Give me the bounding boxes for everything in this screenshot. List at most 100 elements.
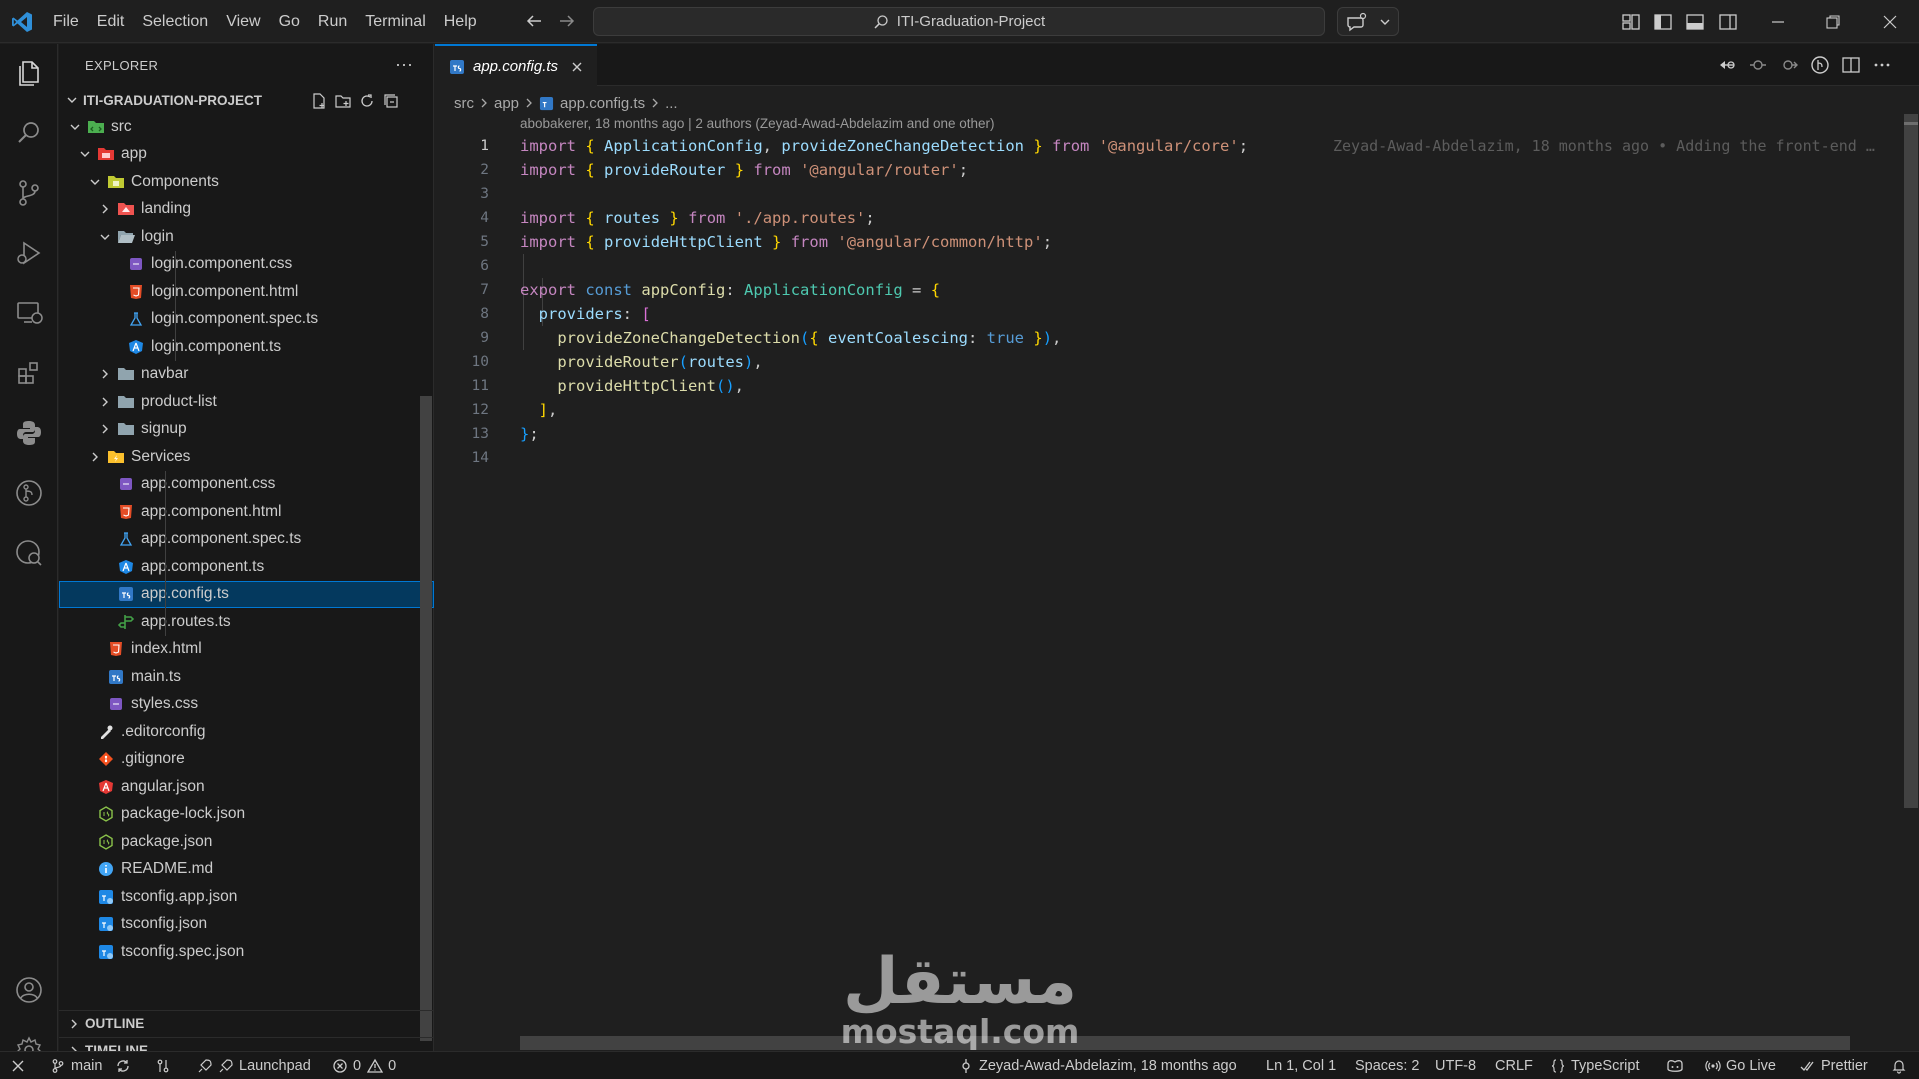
chevron-right-icon[interactable]: [97, 366, 113, 382]
menu-selection[interactable]: Selection: [133, 0, 217, 43]
tree-item-login[interactable]: login: [59, 223, 434, 250]
tree-item-signup[interactable]: signup: [59, 416, 434, 443]
tree-item-editorconfig[interactable]: .editorconfig: [59, 718, 434, 745]
go-live-button[interactable]: Go Live: [1705, 1052, 1776, 1079]
close-window-icon[interactable]: [1879, 11, 1901, 33]
tree-item-navbar[interactable]: navbar: [59, 361, 434, 388]
encoding[interactable]: UTF-8: [1435, 1052, 1476, 1079]
tree-item-app-component-css[interactable]: app.component.css: [59, 471, 434, 498]
tree-item-login-component-ts[interactable]: login.component.ts: [59, 333, 434, 360]
codelens-blame-header[interactable]: abobakerer, 18 months ago | 2 authors (Z…: [520, 116, 995, 131]
menu-go[interactable]: Go: [270, 0, 309, 43]
breadcrumb-app[interactable]: app: [494, 95, 519, 112]
cursor-position[interactable]: Ln 1, Col 1: [1266, 1052, 1336, 1079]
tree-item-readme-md[interactable]: README.md: [59, 856, 434, 883]
breadcrumb-src[interactable]: src: [454, 95, 474, 112]
gitlens-icon[interactable]: [13, 477, 45, 509]
chevron-right-icon[interactable]: [97, 421, 113, 437]
tree-item-styles-css[interactable]: styles.css: [59, 691, 434, 718]
new-folder-icon[interactable]: [334, 92, 352, 110]
refresh-icon[interactable]: [358, 92, 376, 110]
more-actions-icon[interactable]: [1871, 54, 1893, 76]
tree-item-app-component-ts[interactable]: app.component.ts: [59, 553, 434, 580]
menu-view[interactable]: View: [217, 0, 269, 43]
editor-vertical-scrollbar[interactable]: [1904, 114, 1918, 808]
tree-item-login-component-html[interactable]: login.component.html: [59, 278, 434, 305]
tree-item-index-html[interactable]: index.html: [59, 636, 434, 663]
tree-item-app-routes-ts[interactable]: app.routes.ts: [59, 608, 434, 635]
language-mode[interactable]: TypeScript: [1550, 1052, 1640, 1079]
explorer-files-icon[interactable]: [13, 57, 45, 89]
branch-indicator[interactable]: main: [50, 1052, 102, 1079]
back-arrow-icon[interactable]: [523, 10, 545, 32]
tree-item-package-lock-json[interactable]: package-lock.json: [59, 801, 434, 828]
explorer-more-actions[interactable]: ···: [395, 54, 413, 75]
tree-item-app-component-html[interactable]: app.component.html: [59, 498, 434, 525]
command-center-search[interactable]: ITI-Graduation-Project: [593, 7, 1325, 36]
chevron-down-icon[interactable]: [77, 146, 93, 162]
open-changes-icon[interactable]: [1716, 54, 1738, 76]
tree-item-src[interactable]: src: [59, 113, 434, 140]
menu-run[interactable]: Run: [309, 0, 356, 43]
project-root-row[interactable]: ITI-GRADUATION-PROJECT: [59, 88, 434, 112]
problems-indicator[interactable]: 0 0: [332, 1052, 396, 1079]
toggle-primary-sidebar-icon[interactable]: [1652, 11, 1674, 33]
next-revision-icon[interactable]: [1778, 54, 1800, 76]
tab-app-config[interactable]: app.config.ts: [435, 44, 597, 87]
menu-file[interactable]: File: [44, 0, 88, 43]
tree-item-app-config-ts[interactable]: app.config.ts: [59, 580, 434, 608]
breadcrumb-symbol[interactable]: ...: [665, 95, 678, 112]
menu-edit[interactable]: Edit: [88, 0, 134, 43]
new-file-icon[interactable]: [310, 92, 328, 110]
tree-item-tsconfig-json[interactable]: tsconfig.json: [59, 911, 434, 938]
copilot-status[interactable]: [1665, 1052, 1690, 1079]
collapse-all-icon[interactable]: [382, 92, 400, 110]
close-icon[interactable]: [570, 60, 584, 74]
remote-explorer-icon[interactable]: [13, 297, 45, 329]
tree-item-tsconfig-app-json[interactable]: tsconfig.app.json: [59, 883, 434, 910]
sidebar-scrollbar[interactable]: [420, 396, 432, 1041]
tree-item-app-component-spec-ts[interactable]: app.component.spec.ts: [59, 526, 434, 553]
split-editor-icon[interactable]: [1840, 54, 1862, 76]
minimize-icon[interactable]: [1767, 11, 1789, 33]
tree-item-tsconfig-spec-json[interactable]: tsconfig.spec.json: [59, 938, 434, 965]
gitlens-status[interactable]: [155, 1052, 176, 1079]
toggle-panel-icon[interactable]: [1684, 11, 1706, 33]
chevron-down-icon[interactable]: [87, 174, 103, 190]
sync-button[interactable]: [115, 1052, 136, 1079]
copilot-button[interactable]: [1337, 7, 1399, 36]
accounts-icon[interactable]: [13, 974, 45, 1006]
menu-terminal[interactable]: Terminal: [356, 0, 434, 43]
chevron-down-icon[interactable]: [67, 119, 83, 135]
editor-horizontal-scrollbar[interactable]: [520, 1036, 1850, 1050]
blame-status[interactable]: Zeyad-Awad-Abdelazim, 18 months ago: [958, 1052, 1237, 1079]
tree-item-app[interactable]: app: [59, 141, 434, 168]
toggle-secondary-sidebar-icon[interactable]: [1717, 11, 1739, 33]
remote-indicator[interactable]: [10, 1052, 31, 1079]
tree-item-angular-json[interactable]: angular.json: [59, 773, 434, 800]
tree-item-product-list[interactable]: product-list: [59, 388, 434, 415]
source-control-icon[interactable]: [13, 177, 45, 209]
gitlens-graph-icon[interactable]: [1809, 54, 1831, 76]
chevron-right-icon[interactable]: [87, 449, 103, 465]
tree-item-main-ts[interactable]: main.ts: [59, 663, 434, 690]
restore-icon[interactable]: [1822, 11, 1844, 33]
tree-item-landing[interactable]: landing: [59, 196, 434, 223]
prettier-status[interactable]: Prettier: [1800, 1052, 1868, 1079]
extensions-icon[interactable]: [13, 357, 45, 389]
tree-item-components[interactable]: Components: [59, 168, 434, 195]
forward-arrow-icon[interactable]: [556, 10, 578, 32]
gitlens-inspect-icon[interactable]: [13, 537, 45, 569]
search-icon[interactable]: [13, 117, 45, 149]
menu-help[interactable]: Help: [435, 0, 486, 43]
indentation[interactable]: Spaces: 2: [1355, 1052, 1420, 1079]
notifications-button[interactable]: [1891, 1052, 1912, 1079]
launchpad-button[interactable]: Launchpad: [197, 1052, 311, 1079]
outline-section[interactable]: OUTLINE: [59, 1010, 434, 1036]
customize-layout-icon[interactable]: [1620, 11, 1642, 33]
chevron-right-icon[interactable]: [97, 201, 113, 217]
chevron-down-icon[interactable]: [97, 229, 113, 245]
python-icon[interactable]: [13, 417, 45, 449]
tree-item-package-json[interactable]: package.json: [59, 828, 434, 855]
tree-item-login-component-spec-ts[interactable]: login.component.spec.ts: [59, 306, 434, 333]
